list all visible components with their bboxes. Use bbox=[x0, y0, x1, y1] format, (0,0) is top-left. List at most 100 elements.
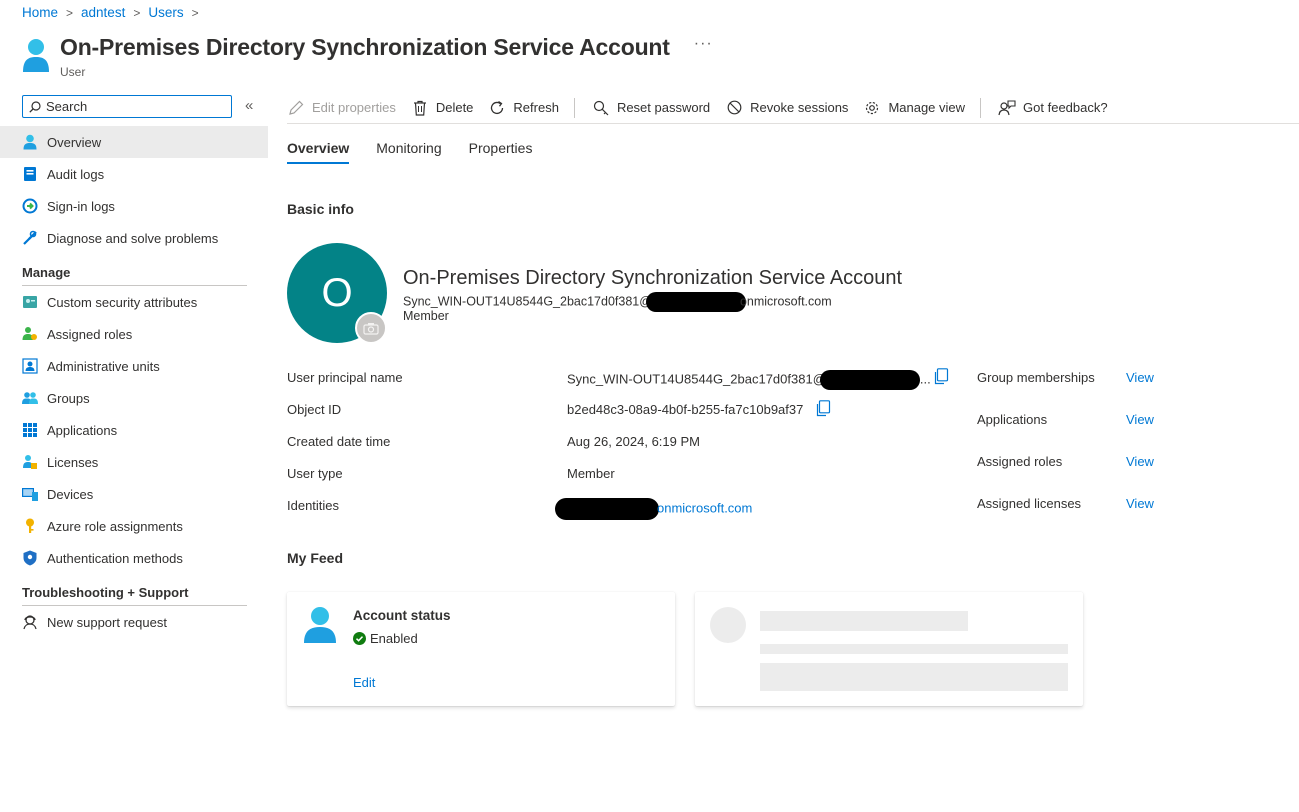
edit-properties-button[interactable]: Edit properties bbox=[287, 99, 396, 117]
trash-icon bbox=[411, 99, 429, 117]
sidebar-item-devices[interactable]: Devices bbox=[0, 478, 268, 510]
upn-ellipsis: ... bbox=[919, 371, 931, 387]
account-status: Enabled bbox=[353, 631, 418, 646]
assigned-roles-view-link[interactable]: View bbox=[1126, 454, 1154, 469]
created-date-value: Aug 26, 2024, 6:19 PM bbox=[567, 434, 700, 449]
revoke-sessions-label: Revoke sessions bbox=[750, 100, 849, 115]
sidebar-item-assigned-roles[interactable]: Assigned roles bbox=[0, 318, 268, 350]
loading-placeholder bbox=[760, 644, 1068, 654]
applications-label: Applications bbox=[977, 412, 1048, 427]
feedback-label: Got feedback? bbox=[1023, 100, 1108, 115]
redaction-mark bbox=[645, 292, 746, 312]
manage-view-button[interactable]: Manage view bbox=[863, 99, 965, 117]
feedback-button[interactable]: Got feedback? bbox=[998, 99, 1108, 117]
applications-icon bbox=[22, 422, 38, 438]
delete-button[interactable]: Delete bbox=[411, 99, 474, 117]
revoke-sessions-button[interactable]: Revoke sessions bbox=[725, 99, 848, 117]
pencil-icon bbox=[287, 99, 305, 117]
group-memberships-label: Group memberships bbox=[977, 370, 1095, 385]
audit-log-icon bbox=[22, 166, 38, 182]
upn-value: Sync_WIN-OUT14U8544G_2bac17d0f381@... bbox=[567, 370, 931, 390]
roles-icon bbox=[22, 326, 38, 342]
manage-section-heading: Manage bbox=[0, 254, 268, 286]
sidebar-item-licenses[interactable]: Licenses bbox=[0, 446, 268, 478]
chevron-right-icon: > bbox=[66, 5, 74, 20]
support-icon bbox=[22, 614, 38, 630]
account-status-title: Account status bbox=[353, 608, 451, 623]
redaction-mark bbox=[819, 370, 920, 390]
camera-icon[interactable] bbox=[355, 312, 387, 344]
key-icon bbox=[22, 518, 38, 534]
sidebar-item-audit-logs[interactable]: Audit logs bbox=[0, 158, 268, 190]
loading-card bbox=[695, 592, 1083, 706]
shield-icon bbox=[22, 550, 38, 566]
gear-icon bbox=[863, 99, 881, 117]
nav-list: Overview Audit logs Sign-in logs Diagnos… bbox=[0, 126, 268, 638]
sidebar-item-label: Applications bbox=[47, 422, 118, 438]
sidebar-item-applications[interactable]: Applications bbox=[0, 414, 268, 446]
object-id-label: Object ID bbox=[287, 402, 342, 417]
devices-icon bbox=[22, 486, 38, 502]
check-circle-icon bbox=[353, 632, 366, 645]
group-memberships-view-link[interactable]: View bbox=[1126, 370, 1154, 385]
breadcrumb-tenant[interactable]: adntest bbox=[81, 5, 125, 20]
sidebar-item-label: Custom security attributes bbox=[47, 294, 198, 310]
profile-display-name: On-Premises Directory Synchronization Se… bbox=[403, 267, 903, 289]
sidebar-item-new-support-request[interactable]: New support request bbox=[0, 606, 268, 638]
basic-info-heading: Basic info bbox=[287, 201, 354, 217]
profile-upn: Sync_WIN-OUT14U8544G_2bac17d0f381@ onmicr… bbox=[403, 292, 832, 312]
tab-monitoring[interactable]: Monitoring bbox=[376, 140, 441, 164]
user-icon bbox=[23, 39, 49, 72]
command-bar: Edit properties Delete Refresh Reset pas… bbox=[287, 92, 1299, 124]
sidebar-item-overview[interactable]: Overview bbox=[0, 126, 268, 158]
loading-placeholder bbox=[760, 611, 968, 631]
block-icon bbox=[725, 99, 743, 117]
upn-label: User principal name bbox=[287, 370, 403, 385]
account-status-edit-link[interactable]: Edit bbox=[353, 675, 375, 690]
user-type-value: Member bbox=[567, 466, 615, 481]
sidebar-item-label: Devices bbox=[47, 486, 94, 502]
sidebar-item-sign-in-logs[interactable]: Sign-in logs bbox=[0, 190, 268, 222]
sidebar-item-administrative-units[interactable]: Administrative units bbox=[0, 350, 268, 382]
sidebar-item-label: Administrative units bbox=[47, 358, 160, 374]
sidebar-item-label: Licenses bbox=[47, 454, 99, 470]
key-search-icon bbox=[592, 99, 610, 117]
search-input[interactable] bbox=[46, 99, 216, 114]
profile-user-type: Member bbox=[403, 309, 449, 323]
breadcrumb-home[interactable]: Home bbox=[22, 5, 58, 20]
collapse-sidebar-button[interactable]: « bbox=[245, 97, 253, 114]
assigned-licenses-view-link[interactable]: View bbox=[1126, 496, 1154, 511]
identities-value[interactable]: onmicrosoft.com bbox=[555, 498, 752, 520]
identities-link[interactable]: onmicrosoft.com bbox=[657, 500, 752, 515]
refresh-label: Refresh bbox=[513, 100, 559, 115]
sidebar-item-diagnose[interactable]: Diagnose and solve problems bbox=[0, 222, 268, 254]
refresh-icon bbox=[488, 99, 506, 117]
more-options-button[interactable]: ··· bbox=[694, 35, 713, 53]
sign-in-log-icon bbox=[22, 198, 38, 214]
breadcrumb-users[interactable]: Users bbox=[148, 5, 183, 20]
page-subtitle: User bbox=[60, 65, 86, 79]
tab-overview[interactable]: Overview bbox=[287, 140, 350, 164]
copy-object-id-icon[interactable] bbox=[815, 400, 831, 417]
admin-units-icon bbox=[22, 358, 38, 374]
applications-view-link[interactable]: View bbox=[1126, 412, 1154, 427]
security-attributes-icon bbox=[22, 294, 38, 310]
groups-icon bbox=[22, 390, 38, 406]
tab-properties[interactable]: Properties bbox=[469, 140, 533, 164]
sidebar-item-label: Audit logs bbox=[47, 166, 105, 182]
sidebar-item-authentication-methods[interactable]: Authentication methods bbox=[0, 542, 268, 574]
search-box[interactable] bbox=[22, 95, 232, 118]
chevron-right-icon: > bbox=[191, 5, 199, 20]
toolbar-divider bbox=[573, 97, 575, 118]
user-type-label: User type bbox=[287, 466, 343, 481]
refresh-button[interactable]: Refresh bbox=[488, 99, 559, 117]
sidebar-item-custom-security-attributes[interactable]: Custom security attributes bbox=[0, 286, 268, 318]
tab-bar: Overview Monitoring Properties bbox=[287, 140, 559, 164]
reset-password-button[interactable]: Reset password bbox=[592, 99, 710, 117]
user-icon bbox=[304, 607, 336, 643]
copy-upn-icon[interactable] bbox=[933, 368, 949, 385]
search-icon bbox=[29, 100, 41, 113]
sidebar-item-azure-role-assignments[interactable]: Azure role assignments bbox=[0, 510, 268, 542]
sidebar-item-groups[interactable]: Groups bbox=[0, 382, 268, 414]
delete-label: Delete bbox=[435, 100, 474, 115]
